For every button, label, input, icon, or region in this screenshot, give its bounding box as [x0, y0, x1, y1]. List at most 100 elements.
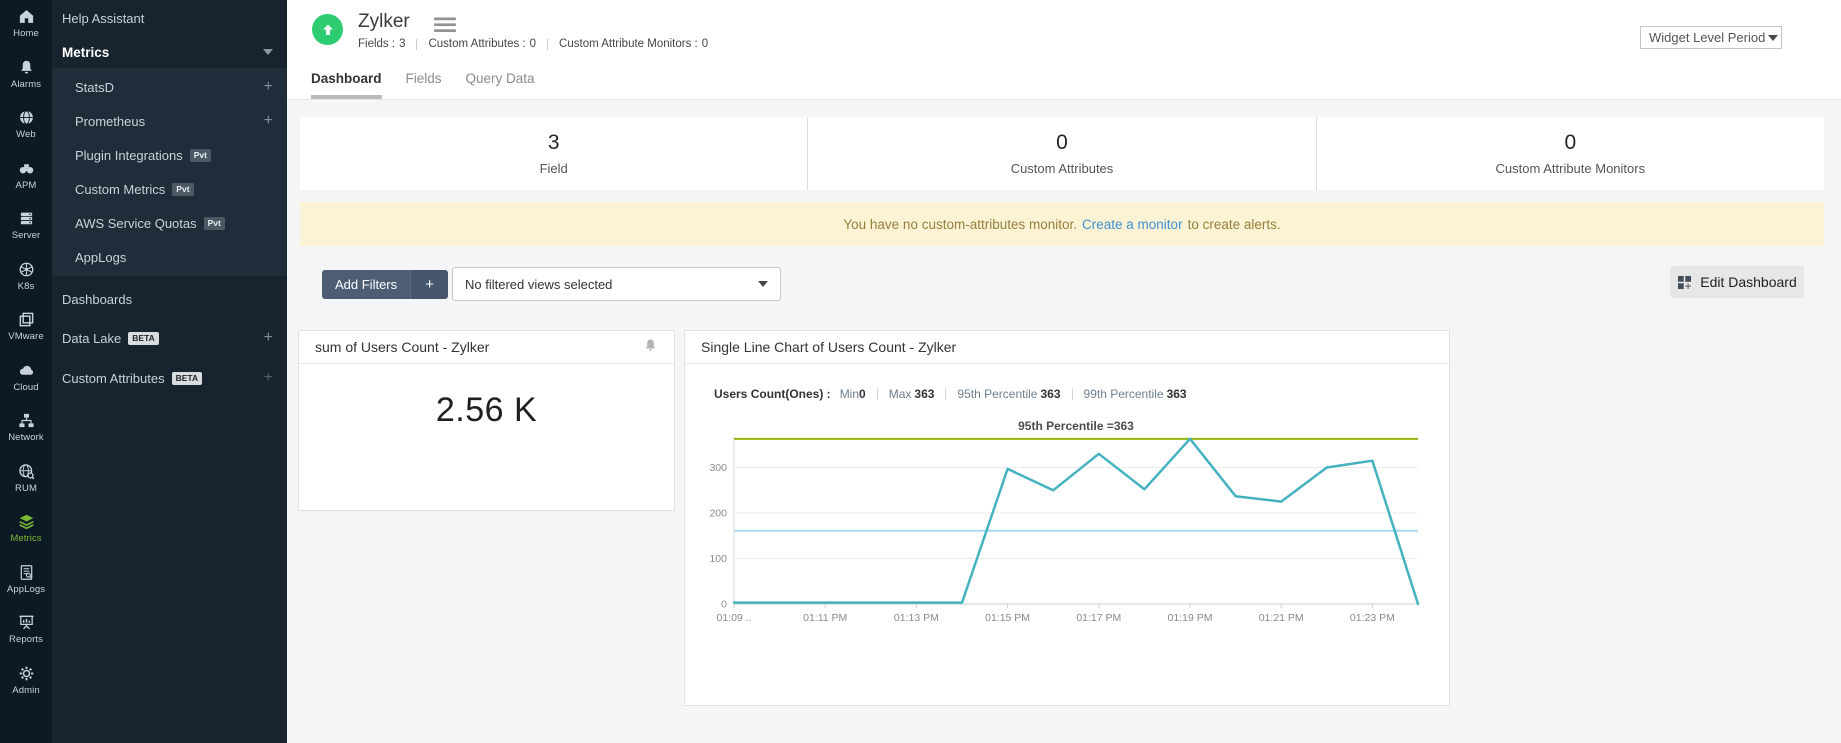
sidebar-item-dashboards[interactable]: Dashboards [52, 280, 287, 318]
tab-dashboard[interactable]: Dashboard [311, 71, 382, 99]
sidebar-section-label: Metrics [62, 45, 109, 60]
bell-icon[interactable] [643, 338, 658, 356]
widget-sum-users-count: sum of Users Count - Zylker 2.56 K [298, 330, 675, 511]
rail-label: Home [13, 28, 39, 39]
svg-text:300: 300 [709, 462, 727, 474]
widget-header: sum of Users Count - Zylker [299, 331, 674, 364]
meta-custom-attribute-monitors: Custom Attribute Monitors :0 [559, 38, 708, 50]
rail-item-network[interactable]: Network [0, 409, 52, 460]
add-filters-label: Add Filters [322, 270, 410, 299]
rail-item-alarms[interactable]: Alarms [0, 56, 52, 107]
rail-item-metrics[interactable]: Metrics [0, 510, 52, 561]
rail-item-server[interactable]: Server [0, 207, 52, 258]
metrics-sidebar: Help Assistant Metrics StatsD + Promethe… [52, 0, 287, 743]
rail-label: APM [16, 180, 37, 191]
pvt-badge: Pvt [190, 149, 211, 162]
edit-dashboard-button[interactable]: Edit Dashboard [1670, 266, 1804, 298]
sidebar-item-prometheus[interactable]: Prometheus + [52, 104, 287, 138]
summary-max-value: 363 [914, 387, 934, 401]
rail-item-home[interactable]: Home [0, 5, 52, 56]
sidebar-item-label: Custom Attributes [62, 371, 165, 386]
widget-level-period-select[interactable]: Widget Level Period [1640, 26, 1782, 49]
sidebar-item-custom-attributes[interactable]: Custom Attributes BETA + [52, 358, 287, 398]
tab-query-data[interactable]: Query Data [466, 71, 535, 99]
sidebar-item-label: Help Assistant [62, 11, 144, 26]
svg-text:0: 0 [721, 599, 727, 611]
divider [1072, 388, 1073, 400]
add-filter-plus-button[interactable]: + [410, 270, 448, 299]
filtered-views-dropdown[interactable]: No filtered views selected [452, 267, 781, 301]
widget-big-value: 2.56 K [299, 391, 674, 430]
pvt-badge: Pvt [204, 217, 225, 230]
sidebar-item-aws-service-quotas[interactable]: AWS Service Quotas Pvt [52, 206, 287, 240]
divider [877, 388, 878, 400]
banner-suffix: to create alerts. [1188, 217, 1281, 232]
svg-text:01:15 PM: 01:15 PM [985, 612, 1030, 624]
rail-item-admin[interactable]: Admin [0, 662, 52, 713]
meta-custom-attributes: Custom Attributes :0 [428, 38, 536, 50]
rail-item-vmware[interactable]: VMware [0, 308, 52, 359]
summary-min-value: 0 [859, 387, 866, 401]
summary-p95-label: 95th Percentile [957, 387, 1037, 401]
tab-bar: Dashboard Fields Query Data [311, 71, 535, 99]
widget-title: Single Line Chart of Users Count - Zylke… [701, 339, 956, 355]
chevron-down-icon [758, 281, 768, 287]
expand-plus-icon[interactable]: + [264, 113, 273, 129]
rail-item-apm[interactable]: APM [0, 157, 52, 208]
server-icon [18, 210, 35, 227]
hamburger-menu-icon[interactable] [434, 17, 456, 38]
rail-item-applogs[interactable]: AppLogs [0, 561, 52, 612]
sidebar-item-data-lake[interactable]: Data Lake BETA + [52, 318, 287, 358]
rail-item-k8s[interactable]: K8s [0, 258, 52, 309]
svg-text:01:11 PM: 01:11 PM [803, 612, 847, 624]
monitor-meta: Fields :3 Custom Attributes :0 Custom At… [358, 38, 708, 50]
summary-stats-row: 3 Field 0 Custom Attributes 0 Custom Att… [300, 117, 1824, 190]
rail-label: K8s [18, 281, 35, 292]
rail-item-web[interactable]: Web [0, 106, 52, 157]
overlapping-windows-icon [18, 311, 35, 328]
rail-item-cloud[interactable]: Cloud [0, 359, 52, 410]
sidebar-item-label: Prometheus [75, 114, 145, 129]
sidebar-item-label: Data Lake [62, 331, 121, 346]
rail-item-reports[interactable]: Reports [0, 611, 52, 662]
sidebar-item-label: Dashboards [62, 292, 132, 307]
stat-custom-attribute-monitors: 0 Custom Attribute Monitors [1316, 117, 1824, 190]
sidebar-item-plugin-integrations[interactable]: Plugin Integrations Pvt [52, 138, 287, 172]
sidebar-item-help-assistant[interactable]: Help Assistant [52, 0, 287, 36]
stat-value: 0 [1564, 131, 1576, 155]
meta-fields: Fields :3 [358, 38, 405, 50]
summary-min-label: Min [840, 387, 859, 401]
rail-label: Metrics [10, 533, 41, 544]
binoculars-icon [18, 160, 35, 177]
rail-item-rum[interactable]: RUM [0, 460, 52, 511]
sidebar-item-custom-metrics[interactable]: Custom Metrics Pvt [52, 172, 287, 206]
rail-label: Reports [9, 634, 43, 645]
expand-plus-icon[interactable]: + [264, 330, 273, 346]
expand-plus-icon[interactable]: + [264, 79, 273, 95]
bell-icon [18, 59, 35, 76]
chart-annotation-95th-percentile: 95th Percentile =363 [734, 419, 1418, 433]
globe-search-icon [18, 463, 35, 480]
divider [945, 388, 946, 400]
network-topology-icon [18, 412, 35, 429]
sidebar-item-statsd[interactable]: StatsD + [52, 70, 287, 104]
period-select-value: Widget Level Period [1649, 30, 1765, 45]
metrics-submenu: StatsD + Prometheus + Plugin Integration… [52, 68, 287, 276]
expand-plus-icon[interactable]: + [264, 370, 273, 386]
dashboard-grid-icon [1677, 275, 1692, 290]
stat-value: 3 [548, 131, 560, 155]
edit-dashboard-label: Edit Dashboard [1700, 274, 1797, 290]
divider [547, 39, 548, 50]
chart-summary-legend: Users Count(Ones) : Min0 Max363 95th Per… [714, 387, 1187, 401]
sidebar-item-applogs[interactable]: AppLogs [52, 240, 287, 274]
up-arrow-icon [320, 22, 336, 38]
add-filters-button[interactable]: Add Filters + [322, 270, 448, 299]
sidebar-section-metrics[interactable]: Metrics [52, 36, 287, 68]
rail-label: AppLogs [7, 584, 45, 595]
line-chart: 010020030001:09 ..01:11 PM01:13 PM01:15 … [691, 433, 1443, 633]
tab-fields[interactable]: Fields [406, 71, 442, 99]
summary-p99-value: 363 [1167, 387, 1187, 401]
create-monitor-link[interactable]: Create a monitor [1082, 217, 1183, 232]
filtered-views-value: No filtered views selected [465, 277, 612, 292]
svg-text:01:17 PM: 01:17 PM [1076, 612, 1121, 624]
